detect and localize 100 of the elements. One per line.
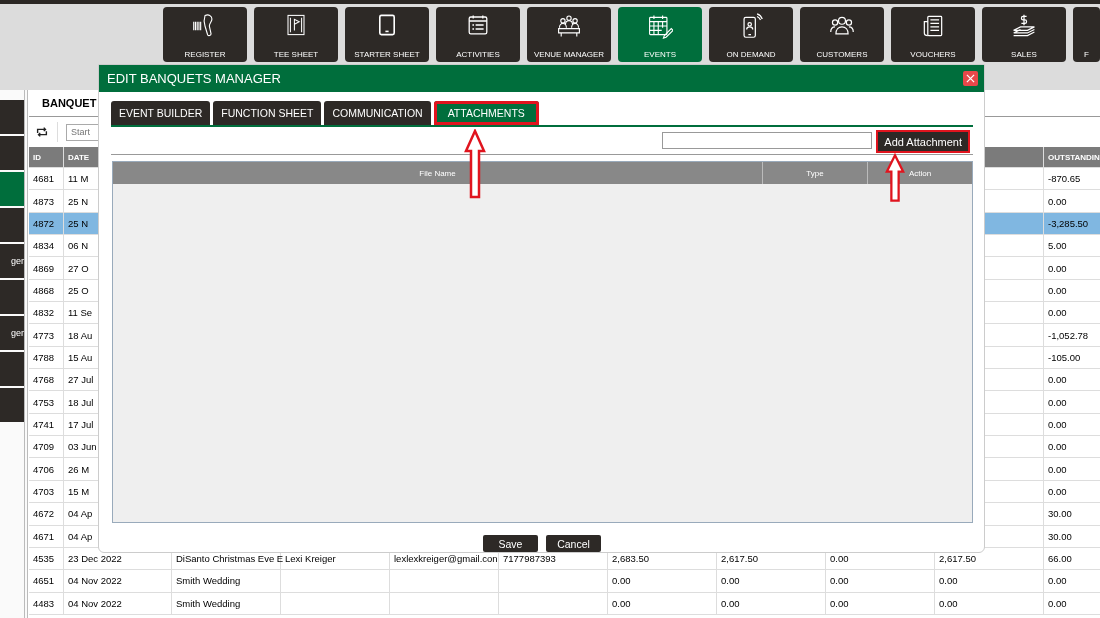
table-cell: 4753 bbox=[29, 391, 64, 413]
table-cell: 2,617.50 bbox=[721, 553, 758, 564]
table-cell: 4703 bbox=[29, 480, 64, 503]
table-cell-text: 0.00 bbox=[1047, 417, 1068, 432]
table-cell-text: -105.00 bbox=[1047, 350, 1082, 365]
calendar-icon bbox=[466, 13, 490, 37]
table-cell-text: 0.00 bbox=[1047, 261, 1068, 276]
table-cell: Smith Wedding bbox=[176, 575, 241, 587]
nav-tile[interactable]: VOUCHERS bbox=[891, 7, 975, 62]
sidebar-item[interactable]: ger bbox=[0, 316, 24, 350]
table-cell: Lexi Kreiger bbox=[285, 553, 336, 564]
table-cell: 4651 bbox=[29, 570, 64, 592]
table-cell-text: 5.00 bbox=[1047, 239, 1068, 254]
table-cell-text: 0.00 bbox=[1047, 194, 1068, 209]
table-cell: 4741 bbox=[29, 413, 64, 436]
sidebar-item[interactable]: ger bbox=[0, 244, 24, 278]
close-button[interactable] bbox=[963, 71, 978, 86]
table-row[interactable]: 4483 04 Nov 2022 Smith Wedding 0.00 0.00 0.00 0.00 0.00 bbox=[29, 592, 1100, 615]
meeting-table-icon bbox=[556, 13, 582, 39]
nav-tile[interactable]: EVENTS bbox=[618, 7, 702, 62]
table-cell: 4832 bbox=[29, 302, 64, 324]
dialog-tab[interactable]: COMMUNICATION bbox=[324, 101, 431, 125]
add-attachment-button[interactable]: Add Attachment bbox=[878, 132, 968, 151]
table-cell: lexlexkreiger@gmail.con bbox=[394, 553, 498, 564]
nav-tile[interactable]: STARTER SHEET bbox=[345, 7, 429, 62]
sidebar-item[interactable] bbox=[0, 136, 24, 170]
table-cell-text: 0.00 bbox=[1047, 574, 1068, 589]
table-cell-text: 0.00 bbox=[1047, 306, 1068, 321]
table-cell-text: 30.00 bbox=[1047, 507, 1073, 522]
table-cell: 4869 bbox=[29, 257, 64, 279]
table-cell-text: -870.65 bbox=[1047, 172, 1082, 187]
table-cell: 4681 bbox=[29, 168, 64, 190]
table-cell-text: 0.00 bbox=[1047, 485, 1068, 499]
up-arrow-annotation bbox=[464, 129, 486, 199]
table-cell: DiSanto Christmas Eve E bbox=[176, 553, 284, 564]
table-cell: 7177987393 bbox=[503, 553, 556, 564]
table-cell: 4671 bbox=[29, 525, 64, 547]
table-cell-text: -3,285.50 bbox=[1047, 216, 1090, 231]
table-cell-text: 0.00 bbox=[1047, 596, 1068, 611]
nav-tile[interactable]: ON DEMAND bbox=[709, 7, 793, 62]
dialog-title: EDIT BANQUETS MANAGER bbox=[107, 71, 281, 86]
table-cell-text: 0.00 bbox=[1047, 283, 1068, 298]
table-cell: 0.00 bbox=[721, 597, 740, 609]
table-cell: Smith Wedding bbox=[176, 597, 241, 609]
column-header: Type bbox=[762, 162, 867, 184]
dialog-button[interactable]: Cancel bbox=[546, 535, 601, 552]
flag-sheet-icon bbox=[284, 13, 308, 37]
up-arrow-annotation bbox=[885, 151, 905, 205]
table-cell: 4768 bbox=[29, 369, 64, 391]
table-cell: 4872 bbox=[29, 212, 64, 235]
column-header: File Name bbox=[418, 167, 457, 180]
panel-tab[interactable]: BANQUET bbox=[42, 97, 97, 116]
table-cell: 0.00 bbox=[939, 575, 958, 587]
attachment-field[interactable] bbox=[662, 132, 873, 149]
table-cell-text: 0.00 bbox=[1047, 440, 1068, 455]
table-cell: 4706 bbox=[29, 458, 64, 480]
table-cell: 0.00 bbox=[612, 575, 631, 587]
table-cell-text: -1,052.78 bbox=[1047, 328, 1090, 343]
table-cell: 2,683.50 bbox=[612, 553, 649, 564]
table-cell: 04 Nov 2022 bbox=[64, 592, 172, 614]
table-cell: 0.00 bbox=[721, 575, 740, 587]
table-cell: 4834 bbox=[29, 235, 64, 257]
calendar-pencil-icon bbox=[647, 13, 673, 39]
column-header: OUTSTANDIN bbox=[1047, 151, 1100, 164]
table-row[interactable]: 4651 04 Nov 2022 Smith Wedding 0.00 0.00 0.00 0.00 0.00 bbox=[29, 570, 1100, 593]
table-cell: 4788 bbox=[29, 346, 64, 369]
sidebar-item[interactable] bbox=[0, 352, 24, 386]
table-cell: 4672 bbox=[29, 503, 64, 525]
sidebar-item[interactable] bbox=[0, 280, 24, 314]
table-cell: 0.00 bbox=[830, 575, 849, 587]
table-cell-text: 66.00 bbox=[1047, 552, 1073, 566]
sidebar-item[interactable] bbox=[0, 100, 24, 134]
nav-tile[interactable]: TEE SHEET bbox=[254, 7, 338, 62]
sidebar-item[interactable] bbox=[0, 208, 24, 242]
dialog-tab[interactable]: ATTACHMENTS bbox=[433, 101, 539, 125]
table-cell-text: 0.00 bbox=[1047, 395, 1068, 410]
dialog-tab[interactable]: EVENT BUILDER bbox=[111, 101, 211, 125]
column-header: ID bbox=[29, 147, 64, 167]
nav-tile[interactable]: ACTIVITIES bbox=[436, 7, 520, 62]
sidebar-item[interactable] bbox=[0, 172, 24, 206]
table-cell: 4535 bbox=[29, 547, 64, 570]
table-cell: 04 Nov 2022 bbox=[64, 570, 172, 592]
nav-tile[interactable]: F bbox=[1073, 7, 1100, 62]
table-cell: 0.00 bbox=[830, 597, 849, 609]
table-cell: 0.00 bbox=[939, 597, 958, 609]
nav-tile[interactable]: VENUE MANAGER bbox=[527, 7, 611, 62]
table-cell: 0.00 bbox=[612, 597, 631, 609]
sidebar-item[interactable] bbox=[0, 388, 24, 422]
nav-tile[interactable]: SALES bbox=[982, 7, 1066, 62]
table-cell-text: 30.00 bbox=[1047, 529, 1073, 544]
table-cell: 4483 bbox=[29, 592, 64, 614]
dialog-button[interactable]: Save bbox=[483, 535, 538, 552]
table-cell: 0.00 bbox=[830, 553, 849, 564]
table-cell: 4709 bbox=[29, 436, 64, 458]
dialog-tab[interactable]: FUNCTION SHEET bbox=[213, 101, 322, 125]
nav-tile[interactable]: CUSTOMERS bbox=[800, 7, 884, 62]
refresh-icon[interactable] bbox=[35, 125, 49, 139]
money-stack-icon bbox=[1011, 13, 1037, 39]
table-cell-text: 0.00 bbox=[1047, 462, 1068, 477]
nav-tile[interactable]: REGISTER bbox=[163, 7, 247, 62]
